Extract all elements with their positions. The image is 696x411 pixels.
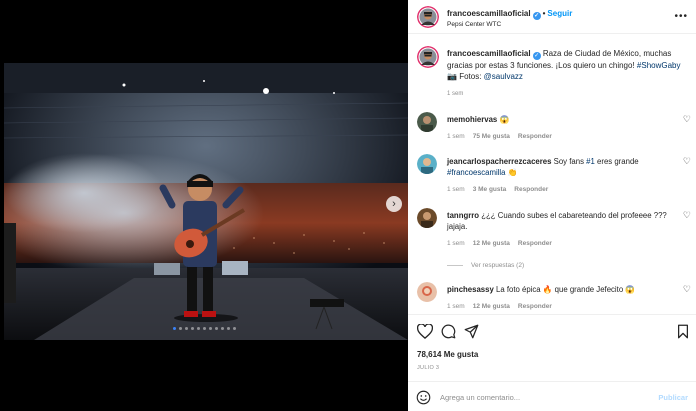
view-replies-label: Ver respuestas (2) <box>471 262 525 269</box>
post-actions: 78,614 Me gusta JULIO 3 Publicar <box>408 314 696 411</box>
emoji-button[interactable] <box>416 390 431 407</box>
caption-time: 1 sem <box>447 91 464 97</box>
carousel-dot <box>178 327 182 330</box>
heart-icon[interactable]: ♡ <box>683 156 691 167</box>
post-header: francoescamillaoficial ✓ • Seguir Pepsi Cen… <box>408 0 696 34</box>
comment-text-2: eres grande <box>597 157 639 166</box>
comment-likes[interactable]: 12 Me gusta <box>473 303 510 310</box>
separator-dot: • <box>542 9 546 18</box>
save-button[interactable] <box>677 324 689 341</box>
carousel-dot <box>214 327 218 330</box>
caption-photos-label: Fotos: <box>459 72 482 81</box>
comment-item: tanngrro ¿¿¿ Cuando subes el cabareteand… <box>417 208 696 252</box>
comment-time: 1 sem <box>447 303 465 310</box>
commenter-avatar[interactable] <box>417 282 437 302</box>
caption-hashtag[interactable]: #ShowGaby <box>637 61 681 70</box>
comment-text: Soy fans <box>553 157 584 166</box>
share-button[interactable] <box>464 324 479 341</box>
reply-button[interactable]: Responder <box>518 303 552 310</box>
carousel-dot <box>202 327 206 330</box>
carousel-dot <box>208 327 212 330</box>
carousel-dot <box>184 327 188 330</box>
carousel-dot <box>232 327 236 330</box>
comment-item: jeancarlospacherrezcaceres Soy fans #1 e… <box>417 154 696 198</box>
next-arrow-icon: › <box>392 198 396 210</box>
verified-icon: ✓ <box>532 52 541 60</box>
bookmark-icon <box>678 324 688 339</box>
comment-hashtag[interactable]: #1 <box>586 157 595 166</box>
post-photo[interactable] <box>4 63 408 340</box>
post-sidebar: francoescamillaoficial ✓ • Seguir Pepsi Cen… <box>408 0 696 411</box>
commenter-username[interactable]: jeancarlospacherrezcaceres <box>447 157 551 166</box>
carousel-dot <box>190 327 194 330</box>
comment-emoji: 👏 <box>507 168 518 177</box>
reply-button[interactable]: Responder <box>514 186 548 193</box>
comment-mention[interactable]: #francoescamilla <box>447 168 506 177</box>
add-comment-bar: Publicar <box>408 381 696 411</box>
likes-count[interactable]: 78,614 Me gusta <box>417 350 478 359</box>
photo-pane: › <box>0 0 408 411</box>
concert-photo <box>4 63 408 340</box>
comment-likes[interactable]: 75 Me gusta <box>473 133 510 140</box>
post-date: JULIO 3 <box>417 365 440 371</box>
comment-likes[interactable]: 3 Me gusta <box>473 186 507 193</box>
carousel-indicator <box>0 327 408 330</box>
share-icon <box>464 324 479 339</box>
comment-button[interactable] <box>441 324 456 341</box>
heart-icon[interactable]: ♡ <box>683 114 691 125</box>
heart-icon[interactable]: ♡ <box>683 284 691 295</box>
commenter-avatar[interactable] <box>417 208 437 228</box>
comment-input[interactable] <box>440 389 640 405</box>
comment-icon <box>441 324 456 339</box>
more-options-icon[interactable]: ••• <box>674 11 688 22</box>
view-replies-button[interactable]: Ver respuestas (2) <box>447 262 524 269</box>
next-slide-button[interactable]: › <box>386 196 402 212</box>
camera-icon: 📷 <box>447 72 457 81</box>
comment-time: 1 sem <box>447 133 465 140</box>
divider-line <box>447 264 463 266</box>
follow-button[interactable]: Seguir <box>547 9 572 18</box>
carousel-dot <box>196 327 200 330</box>
reply-button[interactable]: Responder <box>518 133 552 140</box>
commenter-avatar[interactable] <box>417 112 437 132</box>
carousel-dot <box>172 327 176 330</box>
caption-username[interactable]: francoescamillaoficial <box>447 49 531 58</box>
comment-item: memohiervas 😱 1 sem 75 Me gusta Responder … <box>417 112 696 156</box>
publish-button[interactable]: Publicar <box>658 393 688 402</box>
reply-button[interactable]: Responder <box>518 240 552 247</box>
author-username[interactable]: francoescamillaoficial <box>447 9 531 18</box>
heart-icon[interactable]: ♡ <box>683 210 691 221</box>
comment-time: 1 sem <box>447 186 465 193</box>
caption-photo-credit[interactable]: @saulvazz <box>484 72 523 81</box>
like-button[interactable] <box>416 323 434 341</box>
heart-icon <box>416 323 434 340</box>
comment-time: 1 sem <box>447 240 465 247</box>
emoji-icon <box>416 390 431 405</box>
post-location[interactable]: Pepsi Center WTC <box>447 21 501 28</box>
verified-icon: ✓ <box>532 12 541 20</box>
commenter-username[interactable]: memohiervas <box>447 115 497 124</box>
carousel-dot <box>226 327 230 330</box>
comment-text: La foto épica 🔥 que grande Jefecito 😱 <box>495 285 636 294</box>
comment-likes[interactable]: 12 Me gusta <box>473 240 510 247</box>
commenter-username[interactable]: pinchesassy <box>447 285 494 294</box>
commenter-username[interactable]: tanngrro <box>447 211 479 220</box>
author-avatar[interactable] <box>417 6 439 28</box>
caption-avatar[interactable] <box>417 46 439 68</box>
commenter-avatar[interactable] <box>417 154 437 174</box>
comment-text: ¿¿¿ Cuando subes el cabareteando del pro… <box>447 211 667 231</box>
carousel-dot <box>220 327 224 330</box>
comment-text: 😱 <box>499 115 510 124</box>
